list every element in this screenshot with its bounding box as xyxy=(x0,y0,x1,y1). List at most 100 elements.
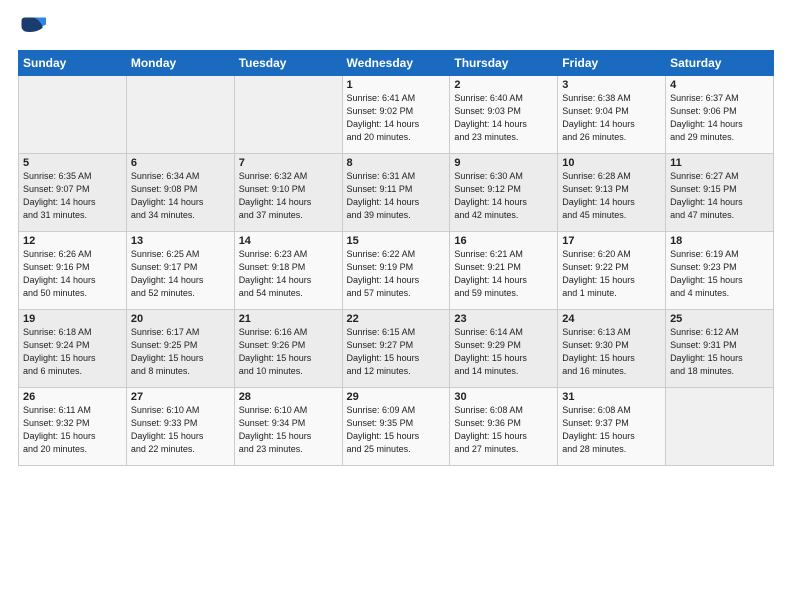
day-cell-9: 7Sunrise: 6:32 AM Sunset: 9:10 PM Daylig… xyxy=(234,154,342,232)
day-cell-11: 9Sunrise: 6:30 AM Sunset: 9:12 PM Daylig… xyxy=(450,154,558,232)
calendar-table: SundayMondayTuesdayWednesdayThursdayFrid… xyxy=(18,50,774,466)
day-cell-16: 14Sunrise: 6:23 AM Sunset: 9:18 PM Dayli… xyxy=(234,232,342,310)
day-cell-24: 22Sunrise: 6:15 AM Sunset: 9:27 PM Dayli… xyxy=(342,310,450,388)
day-cell-21: 19Sunrise: 6:18 AM Sunset: 9:24 PM Dayli… xyxy=(19,310,127,388)
logo xyxy=(18,14,50,42)
day-cell-10: 8Sunrise: 6:31 AM Sunset: 9:11 PM Daylig… xyxy=(342,154,450,232)
calendar-body: 1Sunrise: 6:41 AM Sunset: 9:02 PM Daylig… xyxy=(19,76,774,466)
day-number: 31 xyxy=(562,391,661,403)
day-cell-17: 15Sunrise: 6:22 AM Sunset: 9:19 PM Dayli… xyxy=(342,232,450,310)
day-info: Sunrise: 6:23 AM Sunset: 9:18 PM Dayligh… xyxy=(239,248,338,300)
day-info: Sunrise: 6:17 AM Sunset: 9:25 PM Dayligh… xyxy=(131,326,230,378)
day-cell-3: 1Sunrise: 6:41 AM Sunset: 9:02 PM Daylig… xyxy=(342,76,450,154)
day-info: Sunrise: 6:12 AM Sunset: 9:31 PM Dayligh… xyxy=(670,326,769,378)
day-cell-34 xyxy=(666,388,774,466)
day-info: Sunrise: 6:41 AM Sunset: 9:02 PM Dayligh… xyxy=(347,92,446,144)
day-info: Sunrise: 6:09 AM Sunset: 9:35 PM Dayligh… xyxy=(347,404,446,456)
day-number: 3 xyxy=(562,79,661,91)
day-info: Sunrise: 6:18 AM Sunset: 9:24 PM Dayligh… xyxy=(23,326,122,378)
calendar-header: SundayMondayTuesdayWednesdayThursdayFrid… xyxy=(19,51,774,76)
day-info: Sunrise: 6:08 AM Sunset: 9:36 PM Dayligh… xyxy=(454,404,553,456)
day-number: 9 xyxy=(454,157,553,169)
day-number: 11 xyxy=(670,157,769,169)
day-number: 12 xyxy=(23,235,122,247)
day-number: 21 xyxy=(239,313,338,325)
day-info: Sunrise: 6:25 AM Sunset: 9:17 PM Dayligh… xyxy=(131,248,230,300)
day-info: Sunrise: 6:13 AM Sunset: 9:30 PM Dayligh… xyxy=(562,326,661,378)
day-number: 26 xyxy=(23,391,122,403)
day-info: Sunrise: 6:40 AM Sunset: 9:03 PM Dayligh… xyxy=(454,92,553,144)
day-info: Sunrise: 6:08 AM Sunset: 9:37 PM Dayligh… xyxy=(562,404,661,456)
weekday-header-sunday: Sunday xyxy=(19,51,127,76)
day-info: Sunrise: 6:16 AM Sunset: 9:26 PM Dayligh… xyxy=(239,326,338,378)
day-number: 24 xyxy=(562,313,661,325)
day-cell-1 xyxy=(126,76,234,154)
weekday-row: SundayMondayTuesdayWednesdayThursdayFrid… xyxy=(19,51,774,76)
day-cell-13: 11Sunrise: 6:27 AM Sunset: 9:15 PM Dayli… xyxy=(666,154,774,232)
day-cell-25: 23Sunrise: 6:14 AM Sunset: 9:29 PM Dayli… xyxy=(450,310,558,388)
day-cell-0 xyxy=(19,76,127,154)
weekday-header-friday: Friday xyxy=(558,51,666,76)
week-row-4: 19Sunrise: 6:18 AM Sunset: 9:24 PM Dayli… xyxy=(19,310,774,388)
day-info: Sunrise: 6:22 AM Sunset: 9:19 PM Dayligh… xyxy=(347,248,446,300)
day-cell-31: 29Sunrise: 6:09 AM Sunset: 9:35 PM Dayli… xyxy=(342,388,450,466)
day-info: Sunrise: 6:35 AM Sunset: 9:07 PM Dayligh… xyxy=(23,170,122,222)
day-cell-27: 25Sunrise: 6:12 AM Sunset: 9:31 PM Dayli… xyxy=(666,310,774,388)
day-number: 28 xyxy=(239,391,338,403)
day-number: 8 xyxy=(347,157,446,169)
day-number: 17 xyxy=(562,235,661,247)
week-row-1: 1Sunrise: 6:41 AM Sunset: 9:02 PM Daylig… xyxy=(19,76,774,154)
day-cell-26: 24Sunrise: 6:13 AM Sunset: 9:30 PM Dayli… xyxy=(558,310,666,388)
day-cell-28: 26Sunrise: 6:11 AM Sunset: 9:32 PM Dayli… xyxy=(19,388,127,466)
day-cell-20: 18Sunrise: 6:19 AM Sunset: 9:23 PM Dayli… xyxy=(666,232,774,310)
day-info: Sunrise: 6:10 AM Sunset: 9:33 PM Dayligh… xyxy=(131,404,230,456)
weekday-header-wednesday: Wednesday xyxy=(342,51,450,76)
day-number: 20 xyxy=(131,313,230,325)
day-cell-6: 4Sunrise: 6:37 AM Sunset: 9:06 PM Daylig… xyxy=(666,76,774,154)
day-number: 13 xyxy=(131,235,230,247)
day-cell-7: 5Sunrise: 6:35 AM Sunset: 9:07 PM Daylig… xyxy=(19,154,127,232)
day-number: 29 xyxy=(347,391,446,403)
day-info: Sunrise: 6:34 AM Sunset: 9:08 PM Dayligh… xyxy=(131,170,230,222)
day-number: 5 xyxy=(23,157,122,169)
day-info: Sunrise: 6:32 AM Sunset: 9:10 PM Dayligh… xyxy=(239,170,338,222)
day-cell-32: 30Sunrise: 6:08 AM Sunset: 9:36 PM Dayli… xyxy=(450,388,558,466)
day-number: 27 xyxy=(131,391,230,403)
day-info: Sunrise: 6:37 AM Sunset: 9:06 PM Dayligh… xyxy=(670,92,769,144)
day-number: 10 xyxy=(562,157,661,169)
day-number: 7 xyxy=(239,157,338,169)
day-number: 1 xyxy=(347,79,446,91)
day-cell-15: 13Sunrise: 6:25 AM Sunset: 9:17 PM Dayli… xyxy=(126,232,234,310)
day-cell-8: 6Sunrise: 6:34 AM Sunset: 9:08 PM Daylig… xyxy=(126,154,234,232)
day-info: Sunrise: 6:26 AM Sunset: 9:16 PM Dayligh… xyxy=(23,248,122,300)
day-number: 14 xyxy=(239,235,338,247)
weekday-header-monday: Monday xyxy=(126,51,234,76)
weekday-header-thursday: Thursday xyxy=(450,51,558,76)
day-cell-22: 20Sunrise: 6:17 AM Sunset: 9:25 PM Dayli… xyxy=(126,310,234,388)
day-cell-29: 27Sunrise: 6:10 AM Sunset: 9:33 PM Dayli… xyxy=(126,388,234,466)
day-number: 18 xyxy=(670,235,769,247)
day-info: Sunrise: 6:11 AM Sunset: 9:32 PM Dayligh… xyxy=(23,404,122,456)
day-cell-12: 10Sunrise: 6:28 AM Sunset: 9:13 PM Dayli… xyxy=(558,154,666,232)
header xyxy=(18,14,774,42)
day-info: Sunrise: 6:38 AM Sunset: 9:04 PM Dayligh… xyxy=(562,92,661,144)
day-number: 6 xyxy=(131,157,230,169)
day-info: Sunrise: 6:19 AM Sunset: 9:23 PM Dayligh… xyxy=(670,248,769,300)
day-number: 4 xyxy=(670,79,769,91)
day-info: Sunrise: 6:10 AM Sunset: 9:34 PM Dayligh… xyxy=(239,404,338,456)
day-info: Sunrise: 6:21 AM Sunset: 9:21 PM Dayligh… xyxy=(454,248,553,300)
day-info: Sunrise: 6:30 AM Sunset: 9:12 PM Dayligh… xyxy=(454,170,553,222)
day-number: 16 xyxy=(454,235,553,247)
day-cell-14: 12Sunrise: 6:26 AM Sunset: 9:16 PM Dayli… xyxy=(19,232,127,310)
day-cell-30: 28Sunrise: 6:10 AM Sunset: 9:34 PM Dayli… xyxy=(234,388,342,466)
day-cell-33: 31Sunrise: 6:08 AM Sunset: 9:37 PM Dayli… xyxy=(558,388,666,466)
day-info: Sunrise: 6:14 AM Sunset: 9:29 PM Dayligh… xyxy=(454,326,553,378)
week-row-2: 5Sunrise: 6:35 AM Sunset: 9:07 PM Daylig… xyxy=(19,154,774,232)
day-info: Sunrise: 6:28 AM Sunset: 9:13 PM Dayligh… xyxy=(562,170,661,222)
day-info: Sunrise: 6:27 AM Sunset: 9:15 PM Dayligh… xyxy=(670,170,769,222)
day-number: 2 xyxy=(454,79,553,91)
day-info: Sunrise: 6:15 AM Sunset: 9:27 PM Dayligh… xyxy=(347,326,446,378)
day-number: 19 xyxy=(23,313,122,325)
day-number: 23 xyxy=(454,313,553,325)
week-row-3: 12Sunrise: 6:26 AM Sunset: 9:16 PM Dayli… xyxy=(19,232,774,310)
